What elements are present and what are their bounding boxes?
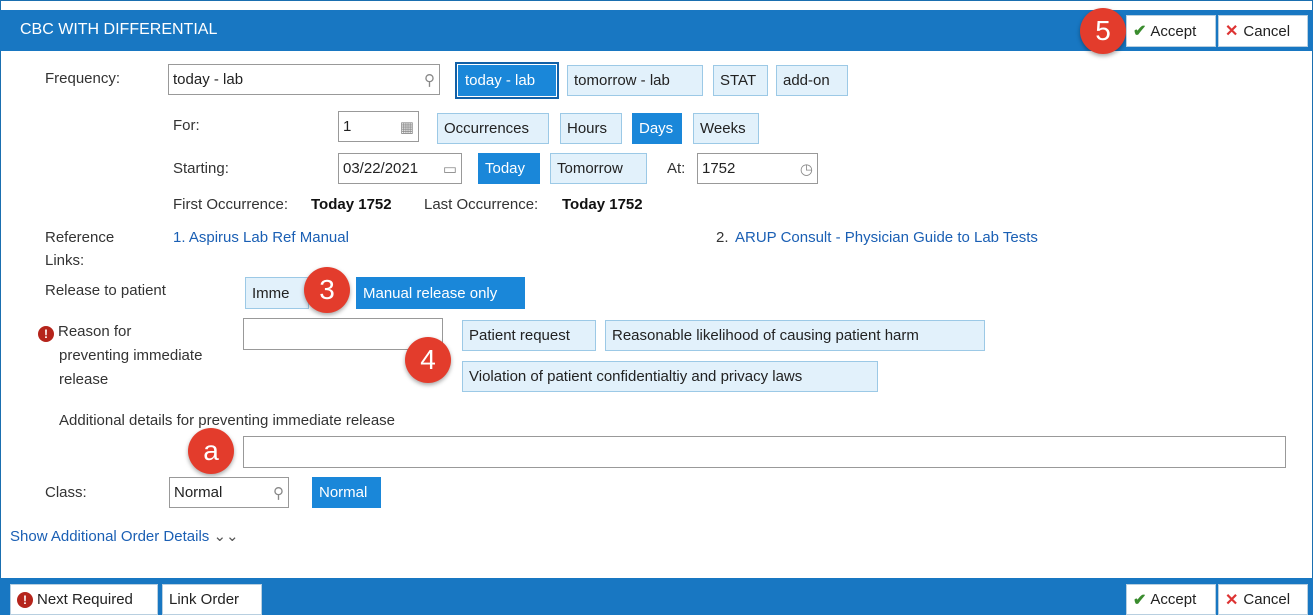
first-occurrence-label: First Occurrence: <box>173 196 289 213</box>
for-label: For: <box>173 117 200 134</box>
tomorrow-button[interactable]: Tomorrow <box>550 153 647 184</box>
close-icon: ✕ <box>1225 23 1239 40</box>
class-label: Class: <box>45 484 87 501</box>
release-option-manual[interactable]: Manual release only <box>356 277 525 309</box>
cancel-button-bottom[interactable]: ✕ Cancel <box>1218 584 1308 615</box>
link-aspirus-lab-ref-manual[interactable]: 1. Aspirus Lab Ref Manual <box>173 229 349 246</box>
search-icon[interactable]: ⚲ <box>424 71 435 89</box>
unit-occurrences[interactable]: Occurrences <box>437 113 549 144</box>
callout-badge-3: 3 <box>304 267 350 313</box>
accept-button-bottom[interactable]: ✔ Accept <box>1126 584 1216 615</box>
required-icon: ! <box>17 591 33 608</box>
unit-days[interactable]: Days <box>632 113 682 144</box>
checkmark-icon: ✔ <box>1133 23 1147 40</box>
callout-badge-4: 4 <box>405 337 451 383</box>
double-chevron-down-icon: ⌄⌄ <box>213 528 239 545</box>
class-option-normal[interactable]: Normal <box>312 477 381 508</box>
link-order-button[interactable]: Link Order <box>162 584 262 615</box>
link2-number: 2. <box>716 229 729 246</box>
frequency-value: today - lab <box>173 71 244 88</box>
additional-details-input[interactable] <box>243 436 1286 468</box>
unit-weeks[interactable]: Weeks <box>693 113 759 144</box>
next-required-button[interactable]: ! Next Required <box>10 584 158 615</box>
for-quantity-value: 1 <box>343 118 352 135</box>
frequency-option-add-on[interactable]: add-on <box>776 65 848 96</box>
callout-badge-a: a <box>188 428 234 474</box>
for-quantity-input[interactable]: 1 ▦ <box>338 111 419 142</box>
unit-hours[interactable]: Hours <box>560 113 622 144</box>
today-button[interactable]: Today <box>478 153 540 184</box>
reason-option-patient-harm[interactable]: Reasonable likelihood of causing patient… <box>605 320 985 351</box>
cancel-button-top[interactable]: ✕ Cancel <box>1218 15 1308 47</box>
clock-icon[interactable]: ◷ <box>800 160 813 178</box>
additional-details-label: Additional details for preventing immedi… <box>59 412 396 429</box>
release-label: Release to patient <box>45 282 166 299</box>
reason-label-1: ! Reason for <box>38 323 131 342</box>
frequency-option-today-lab[interactable]: today - lab <box>455 62 559 99</box>
show-more-text: Show Additional Order Details <box>10 528 210 545</box>
reference-label-2: Links: <box>45 252 85 269</box>
show-additional-order-details-link[interactable]: Show Additional Order Details ⌄⌄ <box>10 527 239 545</box>
checkmark-icon: ✔ <box>1133 591 1147 609</box>
calculator-icon[interactable]: ▦ <box>400 118 414 136</box>
starting-label: Starting: <box>173 160 229 177</box>
frequency-option-tomorrow-lab[interactable]: tomorrow - lab <box>567 65 703 96</box>
cancel-label: Cancel <box>1243 22 1291 40</box>
next-required-label: Next Required <box>37 591 133 608</box>
callout-badge-5: 5 <box>1080 8 1126 54</box>
reason-option-patient-request[interactable]: Patient request <box>462 320 596 351</box>
dialog-title: CBC WITH DIFFERENTIAL <box>20 21 218 38</box>
accept-button-top[interactable]: ✔ Accept <box>1126 15 1216 47</box>
accept-label: Accept <box>1150 22 1197 40</box>
reason-label-2: preventing immediate <box>59 347 203 364</box>
class-input[interactable]: Normal ⚲ <box>169 477 289 508</box>
start-date-value: 03/22/2021 <box>343 160 419 177</box>
cancel-label: Cancel <box>1243 591 1291 608</box>
last-occurrence-label: Last Occurrence: <box>424 196 539 213</box>
frequency-option-stat[interactable]: STAT <box>713 65 768 96</box>
reason-label-text: Reason for <box>58 323 132 340</box>
reason-label-3: release <box>59 371 109 388</box>
calendar-icon[interactable]: ▭ <box>443 160 457 178</box>
accept-label: Accept <box>1150 591 1197 608</box>
last-occurrence-value: Today 1752 <box>562 196 643 213</box>
required-icon: ! <box>38 326 54 342</box>
time-value: 1752 <box>702 160 736 177</box>
close-icon: ✕ <box>1225 591 1239 609</box>
class-value: Normal <box>174 484 223 501</box>
frequency-input[interactable]: today - lab ⚲ <box>168 64 440 95</box>
reference-label-1: Reference <box>45 229 115 246</box>
search-icon[interactable]: ⚲ <box>273 484 284 502</box>
link-arup-consult[interactable]: ARUP Consult - Physician Guide to Lab Te… <box>735 229 1038 246</box>
reason-option-confidentiality[interactable]: Violation of patient confidentialtiy and… <box>462 361 878 392</box>
start-date-input[interactable]: 03/22/2021 ▭ <box>338 153 462 184</box>
time-input[interactable]: 1752 ◷ <box>697 153 818 184</box>
first-occurrence-value: Today 1752 <box>311 196 392 213</box>
at-label: At: <box>667 160 686 177</box>
frequency-label: Frequency: <box>45 70 121 87</box>
release-option-immediate[interactable]: Imme <box>245 277 309 309</box>
